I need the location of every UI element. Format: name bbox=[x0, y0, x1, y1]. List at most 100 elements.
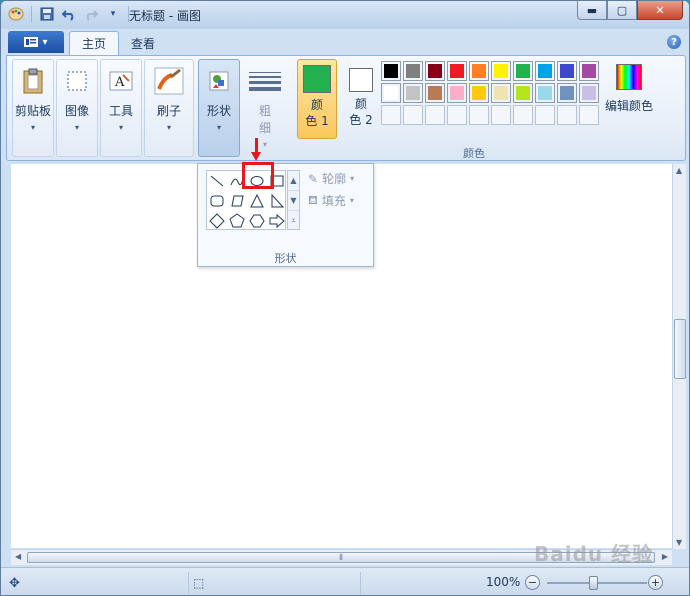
palette-empty-swatch[interactable] bbox=[513, 105, 533, 125]
polygon-icon[interactable] bbox=[227, 191, 247, 211]
fill-button[interactable]: ⛾ 填充 ▾ bbox=[308, 192, 354, 209]
tools-button[interactable]: A 工具 ▾ bbox=[100, 59, 142, 157]
window-title: 无标题 - 画图 bbox=[129, 9, 201, 23]
line-icon[interactable] bbox=[207, 171, 227, 191]
tools-label: 工具 bbox=[108, 104, 133, 118]
palette-color-swatch[interactable] bbox=[447, 61, 467, 81]
palette-color-swatch[interactable] bbox=[491, 83, 511, 103]
palette-empty-swatch[interactable] bbox=[447, 105, 467, 125]
palette-empty-swatch[interactable] bbox=[491, 105, 511, 125]
size-button[interactable]: 粗 细 ▾ bbox=[244, 59, 286, 157]
annotation-highlight-box bbox=[242, 162, 274, 189]
palette-color-swatch[interactable] bbox=[403, 83, 423, 103]
scroll-right-arrow-icon[interactable]: ▶ bbox=[662, 552, 668, 561]
color-palette bbox=[381, 61, 599, 125]
menu-icon bbox=[24, 37, 39, 47]
save-icon[interactable] bbox=[38, 5, 56, 23]
maximize-button[interactable]: ▢ bbox=[607, 1, 637, 20]
palette-color-swatch[interactable] bbox=[513, 83, 533, 103]
color1-button[interactable]: 颜 色 1 bbox=[297, 59, 337, 139]
help-icon[interactable]: ? bbox=[667, 35, 681, 49]
minimize-button[interactable]: ▬ bbox=[577, 1, 607, 20]
palette-color-swatch[interactable] bbox=[557, 61, 577, 81]
brush-icon bbox=[154, 66, 184, 96]
title-bar: ▾ 无标题 - 画图 ▬ ▢ ✕ bbox=[1, 1, 689, 29]
color2-label-line1: 颜 bbox=[354, 97, 367, 111]
hexagon-icon[interactable] bbox=[247, 211, 267, 231]
palette-color-swatch[interactable] bbox=[381, 61, 401, 81]
selection-size-cell: ⬚ bbox=[191, 572, 361, 594]
shapes-button[interactable]: 形状 ▾ bbox=[198, 59, 240, 157]
palette-color-swatch[interactable] bbox=[579, 83, 599, 103]
palette-color-swatch[interactable] bbox=[535, 61, 555, 81]
outline-pencil-icon: ✎ bbox=[308, 171, 319, 186]
right-arrow-icon[interactable] bbox=[267, 211, 287, 231]
customize-qat-icon[interactable]: ▾ bbox=[104, 5, 122, 23]
palette-empty-swatch[interactable] bbox=[425, 105, 445, 125]
right-triangle-icon[interactable] bbox=[267, 191, 287, 211]
edit-colors-label: 编辑颜色 bbox=[604, 99, 653, 113]
clipboard-button[interactable]: 剪贴板 ▾ bbox=[12, 59, 54, 157]
zoom-slider-thumb[interactable] bbox=[589, 576, 598, 590]
color1-swatch bbox=[303, 65, 331, 93]
color2-label-line2: 色 2 bbox=[349, 113, 373, 127]
zoom-out-button[interactable]: − bbox=[525, 575, 540, 590]
zoom-level: 100% bbox=[486, 575, 521, 589]
paint-app-icon[interactable] bbox=[7, 5, 25, 23]
palette-color-swatch[interactable] bbox=[535, 83, 555, 103]
pentagon-icon[interactable] bbox=[227, 211, 247, 231]
vertical-scroll-thumb[interactable] bbox=[674, 319, 686, 379]
scroll-down-arrow-icon[interactable]: ▼ bbox=[676, 538, 682, 547]
paint-menu-button[interactable]: ▾ bbox=[8, 31, 64, 53]
palette-color-swatch[interactable] bbox=[425, 61, 445, 81]
image-button[interactable]: 图像 ▾ bbox=[56, 59, 98, 157]
redo-icon[interactable] bbox=[82, 5, 100, 23]
fill-label: 填充 bbox=[321, 194, 346, 208]
palette-empty-swatch[interactable] bbox=[381, 105, 401, 125]
svg-text:A: A bbox=[114, 75, 125, 90]
rounded-rectangle-icon[interactable] bbox=[207, 191, 227, 211]
color-spectrum-icon bbox=[616, 64, 642, 90]
outline-button[interactable]: ✎ 轮廓 ▾ bbox=[308, 170, 354, 187]
tab-view[interactable]: 查看 bbox=[119, 31, 167, 55]
scroll-left-arrow-icon[interactable]: ◀ bbox=[15, 552, 21, 561]
color2-label: 颜 色 2 bbox=[349, 96, 372, 128]
gallery-up-arrow-icon[interactable]: ▲ bbox=[288, 171, 299, 191]
chevron-down-icon: ▾ bbox=[350, 174, 355, 183]
edit-colors-button[interactable]: 编辑颜色 bbox=[603, 59, 655, 139]
palette-empty-swatch[interactable] bbox=[403, 105, 423, 125]
color1-label-line2: 色 1 bbox=[305, 114, 329, 128]
palette-color-swatch[interactable] bbox=[447, 83, 467, 103]
chevron-down-icon: ▾ bbox=[74, 123, 79, 132]
palette-empty-swatch[interactable] bbox=[579, 105, 599, 125]
palette-empty-swatch[interactable] bbox=[557, 105, 577, 125]
color2-button[interactable]: 颜 色 2 bbox=[341, 59, 381, 139]
palette-color-swatch[interactable] bbox=[469, 61, 489, 81]
window-controls: ▬ ▢ ✕ bbox=[577, 1, 683, 20]
gallery-expand-icon[interactable]: ⩡ bbox=[288, 211, 299, 231]
palette-color-swatch[interactable] bbox=[425, 83, 445, 103]
palette-color-swatch[interactable] bbox=[557, 83, 577, 103]
zoom-in-button[interactable]: + bbox=[648, 575, 663, 590]
palette-color-swatch[interactable] bbox=[579, 61, 599, 81]
undo-icon[interactable] bbox=[60, 5, 78, 23]
size-label: 粗 bbox=[258, 104, 271, 118]
palette-color-swatch[interactable] bbox=[513, 61, 533, 81]
scroll-up-arrow-icon[interactable]: ▲ bbox=[676, 166, 682, 175]
close-button[interactable]: ✕ bbox=[637, 1, 683, 20]
brushes-button[interactable]: 刷子 ▾ bbox=[144, 59, 194, 157]
palette-color-swatch[interactable] bbox=[491, 61, 511, 81]
tab-home[interactable]: 主页 bbox=[69, 31, 120, 55]
shapes-group-label: 形状 bbox=[274, 252, 297, 265]
diamond-icon[interactable] bbox=[207, 211, 227, 231]
gallery-down-arrow-icon[interactable]: ▼ bbox=[288, 191, 299, 211]
palette-color-swatch[interactable] bbox=[469, 83, 489, 103]
palette-color-swatch[interactable] bbox=[403, 61, 423, 81]
ribbon-tabs: ▾ 主页 查看 ? bbox=[1, 29, 689, 55]
palette-empty-swatch[interactable] bbox=[535, 105, 555, 125]
vertical-scrollbar[interactable]: ▲ ▼ bbox=[672, 164, 686, 549]
palette-empty-swatch[interactable] bbox=[469, 105, 489, 125]
triangle-icon[interactable] bbox=[247, 191, 267, 211]
line-width-icon bbox=[249, 66, 281, 96]
palette-color-swatch[interactable] bbox=[381, 83, 401, 103]
